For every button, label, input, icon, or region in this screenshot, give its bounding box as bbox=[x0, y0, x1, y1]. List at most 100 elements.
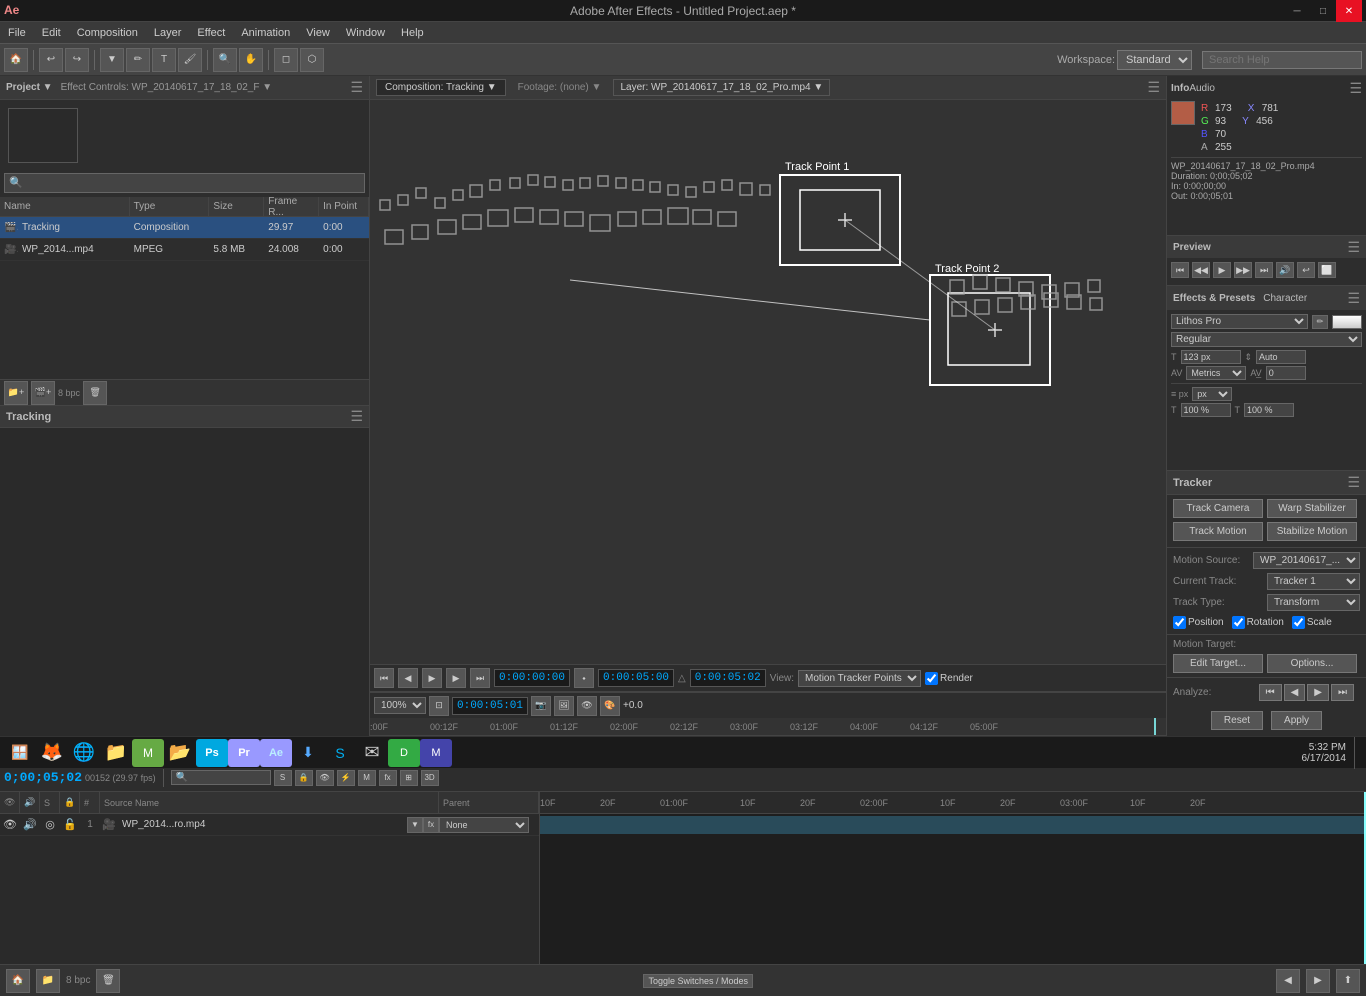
render-checkbox[interactable] bbox=[925, 672, 938, 685]
table-row[interactable]: 🎥 WP_2014...mp4 MPEG 5.8 MB 24.008 0:00 bbox=[0, 239, 369, 261]
toolbar-hand[interactable]: ✋ bbox=[239, 48, 263, 72]
status-folder[interactable]: 📁 bbox=[36, 969, 60, 993]
analyze-back-full[interactable]: ⏮ bbox=[1259, 684, 1282, 701]
tl-collapse[interactable]: ⊞ bbox=[400, 770, 418, 786]
maximize-button[interactable]: □ bbox=[1310, 0, 1336, 22]
font-style-btn[interactable]: ✏ bbox=[1312, 315, 1328, 329]
reset-button[interactable]: Reset bbox=[1211, 711, 1263, 730]
tracking-panel-menu[interactable]: ☰ bbox=[350, 408, 363, 425]
comp-tab[interactable]: Composition: Tracking ▼ bbox=[376, 79, 506, 96]
layer-solo-btn[interactable]: ◎ bbox=[40, 818, 60, 831]
toolbar-select[interactable]: ▼ bbox=[100, 48, 124, 72]
viewer-canvas[interactable]: Track Point 1 Track Point 2 bbox=[370, 100, 1166, 664]
scale-checkbox[interactable] bbox=[1292, 616, 1305, 629]
analyze-fwd[interactable]: ▶ bbox=[1307, 684, 1329, 701]
edit-target-button[interactable]: Edit Target... bbox=[1173, 654, 1263, 673]
toolbar-undo[interactable]: ↩ bbox=[39, 48, 63, 72]
parent-dropdown[interactable]: None bbox=[439, 817, 529, 833]
taskbar-aftereffects[interactable]: Ae bbox=[260, 739, 292, 767]
prev-last[interactable]: ⏭ bbox=[1255, 262, 1273, 278]
new-comp-btn[interactable]: 🎬+ bbox=[31, 381, 55, 405]
taskbar-photoshop[interactable]: Ps bbox=[196, 739, 228, 767]
toolbar-shape[interactable]: ◻ bbox=[274, 48, 298, 72]
table-row[interactable]: 🎬 Tracking Composition 29.97 0:00 bbox=[0, 217, 369, 239]
menu-layer[interactable]: Layer bbox=[146, 27, 190, 39]
tl-fx[interactable]: fx bbox=[379, 770, 397, 786]
menu-edit[interactable]: Edit bbox=[34, 27, 69, 39]
taskbar-explorer[interactable]: 📂 bbox=[164, 737, 196, 769]
color-box[interactable] bbox=[1332, 315, 1362, 329]
col-size[interactable]: Size bbox=[209, 197, 264, 216]
viewer-current-time[interactable]: 0:00:00:00 bbox=[494, 669, 570, 687]
viewer-duration[interactable]: 0:00:05:02 bbox=[690, 669, 766, 687]
taskbar-ie[interactable]: 🌐 bbox=[68, 737, 100, 769]
taskbar-start[interactable]: 🪟 bbox=[4, 737, 36, 769]
menu-window[interactable]: Window bbox=[338, 27, 393, 39]
tl-shy[interactable]: 👁 bbox=[316, 770, 334, 786]
status-nav-right[interactable]: ▶ bbox=[1306, 969, 1330, 993]
taskbar-premiere[interactable]: Pr bbox=[228, 739, 260, 767]
prev-back[interactable]: ◀◀ bbox=[1192, 262, 1210, 278]
layer-audio-btn[interactable]: 🔊 bbox=[20, 818, 40, 831]
minimize-button[interactable]: ─ bbox=[1284, 0, 1310, 22]
tl-draft[interactable]: ⚡ bbox=[337, 770, 355, 786]
viewer-end-time[interactable]: 0:00:05:00 bbox=[598, 669, 674, 687]
viewer-play-prev[interactable]: ⏮ bbox=[374, 668, 394, 688]
rotation-checkbox[interactable] bbox=[1232, 616, 1245, 629]
show-snapshot[interactable]: 🖼 bbox=[554, 696, 574, 716]
menu-help[interactable]: Help bbox=[393, 27, 432, 39]
timeline-current-time[interactable]: 0;00;05;02 bbox=[4, 770, 82, 785]
taskbar-app1[interactable]: D bbox=[388, 739, 420, 767]
snapshot-btn[interactable]: 📷 bbox=[531, 696, 551, 716]
track-motion-button[interactable]: Track Motion bbox=[1173, 522, 1263, 541]
layer-effect-btn[interactable]: fx bbox=[423, 817, 439, 833]
prev-play[interactable]: ▶ bbox=[1213, 262, 1231, 278]
show-desktop-btn[interactable] bbox=[1354, 737, 1362, 769]
prev-stop[interactable]: ⬜ bbox=[1318, 262, 1336, 278]
timeline-search-input[interactable] bbox=[171, 770, 271, 785]
line-height-input[interactable] bbox=[1256, 350, 1306, 364]
layer-collapse-btn[interactable]: ▼ bbox=[407, 817, 423, 833]
layer-eye-btn[interactable]: 👁 bbox=[0, 818, 20, 831]
status-expand[interactable]: ⬆ bbox=[1336, 969, 1360, 993]
menu-animation[interactable]: Animation bbox=[233, 27, 298, 39]
delete-item-btn[interactable]: 🗑 bbox=[83, 381, 107, 405]
vert-scale-input[interactable] bbox=[1244, 403, 1294, 417]
viewer-menu[interactable]: ☰ bbox=[1147, 79, 1160, 96]
taskbar-files[interactable]: 📁 bbox=[100, 737, 132, 769]
menu-composition[interactable]: Composition bbox=[69, 27, 146, 39]
col-in[interactable]: In Point bbox=[319, 197, 369, 216]
motion-source-dropdown[interactable]: WP_20140617_... bbox=[1253, 552, 1360, 569]
track-type-dropdown[interactable]: Transform bbox=[1267, 594, 1360, 611]
taskbar-skype[interactable]: S bbox=[324, 737, 356, 769]
col-name[interactable]: Name bbox=[0, 197, 130, 216]
options-button[interactable]: Options... bbox=[1267, 654, 1357, 673]
warp-stabilizer-button[interactable]: Warp Stabilizer bbox=[1267, 499, 1357, 518]
status-home[interactable]: 🏠 bbox=[6, 969, 30, 993]
viewer-step-back[interactable]: ◀ bbox=[398, 668, 418, 688]
font-style-dropdown[interactable]: Regular bbox=[1171, 332, 1362, 347]
zoom-dropdown[interactable]: 100% bbox=[374, 697, 426, 714]
col-type[interactable]: Type bbox=[130, 197, 210, 216]
analyze-back[interactable]: ◀ bbox=[1284, 684, 1306, 701]
close-button[interactable]: ✕ bbox=[1336, 0, 1362, 22]
viewer-marker[interactable]: ⬩ bbox=[574, 668, 594, 688]
viewer-play-next[interactable]: ⏭ bbox=[470, 668, 490, 688]
layer-lock-btn[interactable]: 🔓 bbox=[60, 818, 80, 831]
menu-effect[interactable]: Effect bbox=[189, 27, 233, 39]
viewer-play[interactable]: ▶ bbox=[422, 668, 442, 688]
taskbar-matlab[interactable]: M bbox=[132, 739, 164, 767]
apply-button[interactable]: Apply bbox=[1271, 711, 1322, 730]
taskbar-utorrent[interactable]: ⬇ bbox=[292, 737, 324, 769]
toggle-switches-btn[interactable]: Toggle Switches / Modes bbox=[643, 974, 753, 988]
search-help-input[interactable] bbox=[1202, 51, 1362, 69]
track-camera-button[interactable]: Track Camera bbox=[1173, 499, 1263, 518]
position-checkbox[interactable] bbox=[1173, 616, 1186, 629]
color-pick[interactable]: 👁 bbox=[577, 696, 597, 716]
toolbar-brush[interactable]: 🖌 bbox=[178, 48, 202, 72]
status-trash[interactable]: 🗑 bbox=[96, 969, 120, 993]
project-panel-menu[interactable]: ☰ bbox=[350, 79, 363, 96]
toolbar-home[interactable]: 🏠 bbox=[4, 48, 28, 72]
metrics-dropdown[interactable]: Metrics bbox=[1186, 366, 1246, 380]
px-dropdown[interactable]: px bbox=[1192, 387, 1232, 401]
